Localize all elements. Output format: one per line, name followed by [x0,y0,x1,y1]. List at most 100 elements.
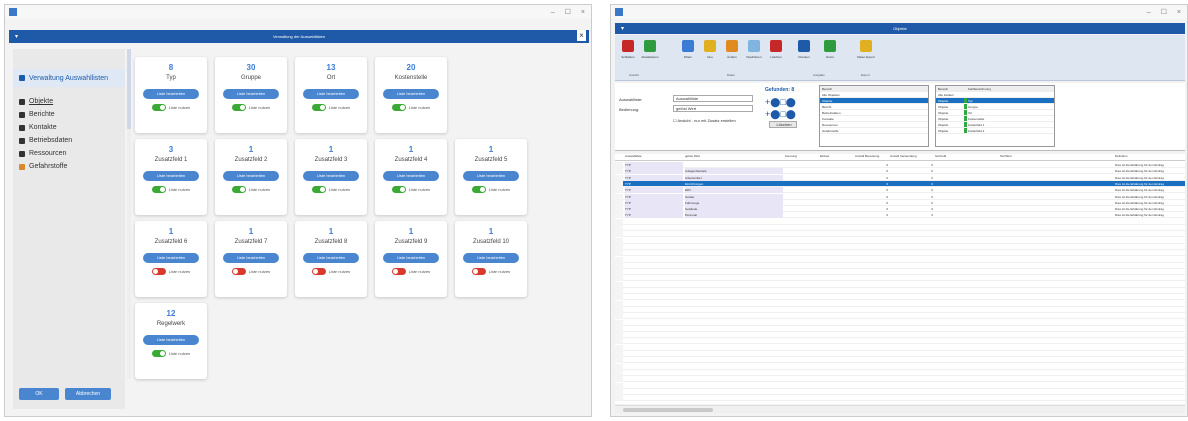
edit-list-button[interactable]: Liste bearbeiten [143,253,199,263]
ok-button[interactable]: OK [19,388,59,400]
table-cell[interactable]: 0 [855,162,888,168]
column-header[interactable]: gelöst Wert [685,154,783,158]
toggle-switch[interactable] [311,268,326,275]
list-item[interactable]: Gefahrstoffe [820,128,928,134]
table-cell[interactable]: 0 [855,212,888,218]
edit-list-button[interactable]: Liste bearbeiten [383,89,439,99]
minimize-button[interactable]: – [551,9,555,16]
table-cell[interactable]: Geräte [685,193,783,200]
table-row[interactable] [615,325,1185,332]
delete-ribbon-button[interactable]: Löschen [765,38,787,70]
edit-list-button[interactable]: Liste bearbeiten [303,253,359,263]
table-cell[interactable]: 0 [855,168,888,174]
use-list-toggle[interactable]: Liste nutzen [135,104,207,111]
table-row[interactable] [615,319,1185,326]
table-cell[interactable]: 0 [890,200,933,206]
row-header[interactable] [615,275,623,282]
row-header[interactable] [615,376,623,383]
row-header[interactable] [615,357,623,364]
row-header[interactable] [615,237,623,244]
table-cell[interactable]: TYP [625,206,683,213]
table-row[interactable] [615,281,1185,288]
table-cell[interactable]: TYP [625,162,683,168]
table-row[interactable] [615,382,1185,389]
table-row[interactable] [615,313,1185,320]
cards-scrollbar[interactable] [127,49,131,379]
edit-list-button[interactable]: Liste bearbeiten [223,253,279,263]
table-cell[interactable]: TYP [625,199,683,206]
row-header[interactable] [615,288,623,294]
duplicate-ribbon-button[interactable]: Duplizieren [743,38,765,70]
table-cell[interactable]: TYP [625,168,683,175]
table-row[interactable] [615,237,1185,244]
sidebar-item-berichte[interactable]: Berichte [13,108,125,121]
table-row[interactable] [615,294,1185,301]
table-cell[interactable]: 0 [890,181,933,187]
toggle-switch[interactable] [471,186,486,193]
toggle-switch[interactable] [391,268,406,275]
table-row[interactable] [615,250,1185,257]
row-header[interactable] [615,281,623,288]
table-row[interactable]: TYP Personal 0 0 Dies ist die Erklärung für … [615,212,1185,219]
edit-list-button[interactable]: Liste bearbeiten [463,253,519,263]
table-row[interactable]: TYP Einrichtungen 0 0 Dies ist die Erklärung… [615,180,1185,187]
table-cell[interactable]: Dies ist die Erklärung für den Eintrag [1115,206,1185,212]
table-row[interactable] [615,388,1185,395]
table-cell[interactable]: 0 [855,194,888,200]
minimize-button[interactable]: – [1147,9,1151,16]
edit-ribbon-button[interactable]: Ändern [721,38,743,70]
row-header[interactable] [615,332,623,339]
column-header[interactable]: Auswahlliste [625,154,683,158]
column-header[interactable]: Definition [1115,154,1185,158]
table-cell[interactable]: Dies ist die Erklärung für den Eintrag [1115,168,1185,174]
table-cell[interactable]: Dies ist die Erklärung für den Eintrag [1115,187,1185,193]
row-header[interactable] [615,212,623,219]
table-cell[interactable]: 0 [890,168,933,174]
use-list-toggle[interactable]: Liste nutzen [135,350,207,357]
table-row[interactable]: TYP Arbeitsmittel 0 0 Dies ist die Erklärung… [615,174,1185,181]
column-header[interactable]: Anzahl Verwendung [890,154,933,158]
sidebar-header-selection-lists[interactable]: Verwaltung Auswahllisten [13,69,125,87]
row-header[interactable] [615,231,623,238]
use-list-toggle[interactable]: Liste nutzen [455,268,527,275]
table-row[interactable] [615,243,1185,250]
table-row[interactable] [615,218,1185,225]
row-header[interactable] [615,306,623,313]
use-list-toggle[interactable]: Liste nutzen [295,104,367,111]
edit-list-button[interactable]: Liste bearbeiten [143,89,199,99]
table-row[interactable] [615,275,1185,282]
table-cell[interactable]: Gebäude [685,206,783,213]
row-header[interactable] [615,382,623,389]
table-cell[interactable]: 0 [890,206,933,212]
delete-filter-button[interactable]: Löschen [769,121,797,128]
row-header[interactable] [615,344,623,351]
use-list-toggle[interactable]: Liste nutzen [295,186,367,193]
maximize-button[interactable]: ☐ [565,8,571,16]
table-row[interactable] [615,288,1185,294]
dialog-menu-icon[interactable]: ▾ [15,33,18,40]
table-cell[interactable]: EDV [685,187,783,194]
table-cell[interactable]: 0 [890,162,933,168]
table-row[interactable] [615,231,1185,238]
table-row[interactable]: TYP 0 0 Dies ist die Erklärung für den Eint… [615,162,1185,168]
table-cell[interactable]: 0 [890,212,933,218]
use-list-toggle[interactable]: Liste nutzen [375,186,447,193]
use-list-toggle[interactable]: Liste nutzen [135,186,207,193]
table-cell[interactable]: 0 [855,175,888,181]
table-row[interactable] [615,395,1185,402]
use-list-toggle[interactable]: Liste nutzen [215,186,287,193]
row-header[interactable] [615,300,623,307]
toggle-switch[interactable] [231,104,246,111]
row-header[interactable] [615,325,623,332]
field-list[interactable]: Bereich Feldbezeichnung Alle Feldern Obje… [935,85,1055,147]
row-header[interactable] [615,294,623,301]
table-cell[interactable]: Fahrzeuge [685,199,783,206]
column-header[interactable]: Std Wert [1000,154,1113,158]
table-cell[interactable]: TYP [625,212,683,219]
table-cell[interactable]: Dies ist die Erklärung für den Eintrag [1115,162,1185,168]
close-button[interactable]: × [1177,9,1181,16]
table-row[interactable] [615,300,1185,307]
table-cell[interactable]: TYP [625,174,683,181]
row-header[interactable] [615,395,623,402]
export-ribbon-button[interactable]: Daten Export [851,38,881,70]
